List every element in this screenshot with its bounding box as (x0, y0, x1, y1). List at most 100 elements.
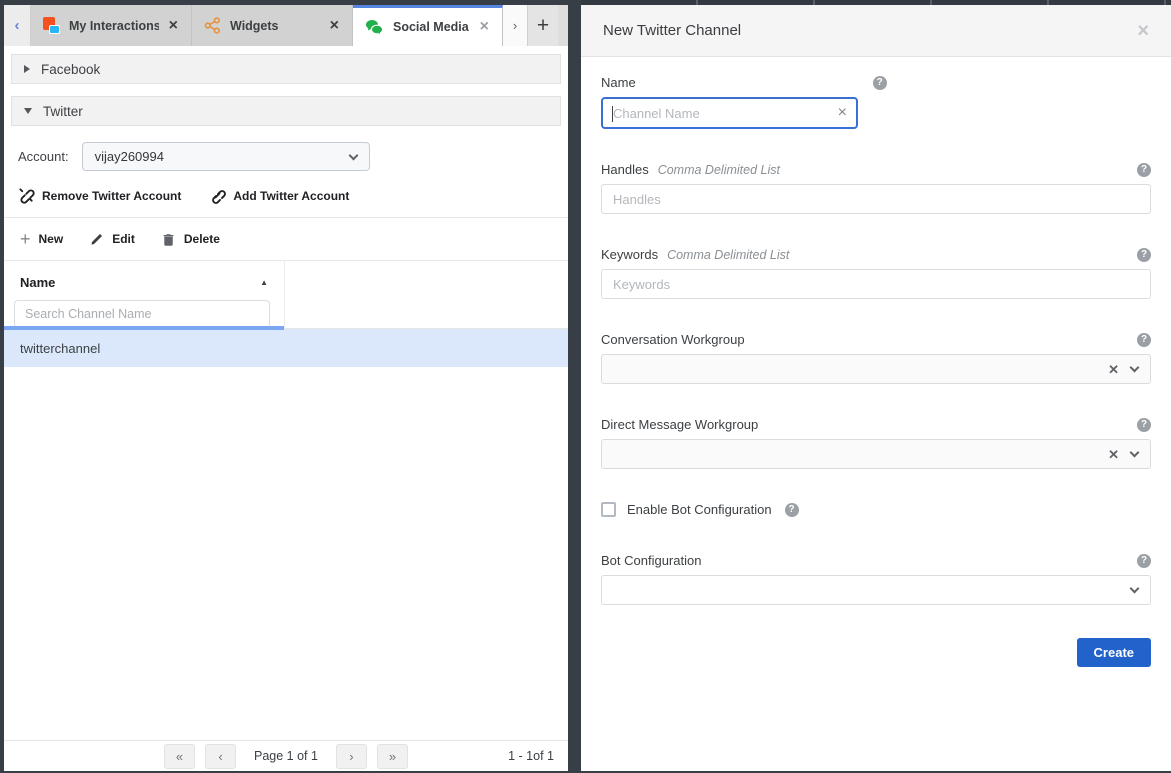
sorted-column-indicator (4, 326, 284, 330)
help-icon[interactable]: ? (1137, 163, 1151, 177)
tab-bar: ‹ My Interactions × Widgets × (4, 5, 568, 46)
add-tab-button[interactable]: + (528, 5, 558, 46)
account-actions-row: Remove Twitter Account Add Twitter Accou… (4, 183, 568, 218)
accordion-label: Twitter (43, 104, 83, 119)
close-icon[interactable]: × (479, 19, 490, 35)
social-media-icon (365, 19, 384, 36)
help-icon[interactable]: ? (1137, 248, 1151, 262)
column-header-label: Name (20, 275, 55, 290)
first-page-icon: « (176, 749, 183, 764)
tab-scroll-left-button[interactable]: ‹ (4, 5, 31, 46)
channel-toolbar: + New Edit Delete (4, 218, 568, 261)
name-field-group: Name ? × (601, 75, 1151, 129)
clear-icon[interactable]: ✕ (1108, 448, 1119, 461)
new-label: New (39, 232, 64, 246)
help-icon[interactable]: ? (1137, 418, 1151, 432)
my-interactions-icon (43, 17, 60, 34)
help-icon[interactable]: ? (1137, 333, 1151, 347)
account-select[interactable]: vijay260994 (82, 142, 370, 171)
clear-icon[interactable]: × (838, 105, 847, 121)
social-media-workspace: ‹ My Interactions × Widgets × (4, 5, 568, 771)
clear-icon[interactable]: ✕ (1108, 363, 1119, 376)
handles-label: Handles (601, 162, 649, 177)
keywords-hint: Comma Delimited List (667, 248, 789, 262)
row-range-indicator: 1 - 1of 1 (508, 749, 554, 763)
handles-hint: Comma Delimited List (658, 163, 780, 177)
account-label: Account: (18, 149, 69, 164)
handles-field-group: Handles Comma Delimited List ? (601, 162, 1151, 214)
conversation-workgroup-label: Conversation Workgroup (601, 332, 745, 347)
chevron-down-icon (1130, 584, 1140, 594)
bot-configuration-field-group: Bot Configuration ? (601, 553, 1151, 605)
tab-scroll-right-button[interactable]: › (503, 5, 528, 46)
keywords-input[interactable] (601, 269, 1151, 299)
chevron-right-icon: › (513, 18, 517, 33)
create-button[interactable]: Create (1077, 638, 1151, 667)
delete-button[interactable]: Delete (161, 232, 220, 247)
accordion-twitter[interactable]: Twitter (11, 96, 561, 126)
new-twitter-channel-dialog: New Twitter Channel × Name ? × Handles C… (581, 5, 1171, 771)
widgets-icon (204, 17, 221, 34)
chevron-left-icon: ‹ (218, 749, 222, 764)
account-selected-value: vijay260994 (95, 149, 164, 164)
tab-widgets[interactable]: Widgets × (192, 5, 353, 46)
help-icon[interactable]: ? (1137, 554, 1151, 568)
direct-message-workgroup-label: Direct Message Workgroup (601, 417, 758, 432)
remove-twitter-account-button[interactable]: Remove Twitter Account (18, 187, 181, 204)
accordion-label: Facebook (41, 62, 100, 77)
edit-button[interactable]: Edit (89, 232, 135, 247)
search-channel-name-input[interactable] (14, 300, 270, 328)
close-icon[interactable]: × (329, 18, 340, 34)
accordion-facebook[interactable]: Facebook (11, 54, 561, 84)
dialog-title: New Twitter Channel (603, 22, 741, 39)
handles-input[interactable] (601, 184, 1151, 214)
tab-my-interactions[interactable]: My Interactions × (31, 5, 192, 46)
remove-twitter-account-label: Remove Twitter Account (42, 189, 181, 203)
conversation-workgroup-select[interactable]: ✕ (601, 354, 1151, 384)
caret-down-icon (24, 108, 32, 114)
page-indicator: Page 1 of 1 (254, 749, 318, 763)
bot-configuration-select[interactable] (601, 575, 1151, 605)
keywords-label: Keywords (601, 247, 658, 262)
name-label: Name (601, 75, 636, 90)
chevron-down-icon (348, 150, 358, 160)
enable-bot-configuration-row: Enable Bot Configuration ? (601, 502, 1151, 517)
plus-icon: + (537, 14, 549, 38)
close-icon[interactable]: × (168, 18, 179, 34)
last-page-button[interactable]: » (377, 744, 408, 769)
plus-icon: + (20, 230, 31, 248)
channel-name-cell: twitterchannel (20, 341, 100, 356)
name-input-wrapper: × (601, 97, 858, 129)
enable-bot-configuration-checkbox[interactable] (601, 502, 616, 517)
name-column-header[interactable]: Name ▲ (14, 275, 276, 290)
new-button[interactable]: + New (20, 230, 63, 248)
bot-configuration-label: Bot Configuration (601, 553, 701, 568)
direct-message-workgroup-select[interactable]: ✕ (601, 439, 1151, 469)
sort-ascending-icon[interactable]: ▲ (260, 278, 268, 287)
channel-name-input[interactable] (603, 100, 838, 126)
app-window: ‹ My Interactions × Widgets × (0, 0, 1171, 773)
chevron-down-icon (1130, 363, 1140, 373)
close-icon[interactable]: × (1137, 21, 1149, 41)
link-icon (209, 187, 226, 204)
last-page-icon: » (389, 749, 396, 764)
next-page-button[interactable]: › (336, 744, 367, 769)
dialog-footer: Create (601, 638, 1151, 667)
conversation-workgroup-field-group: Conversation Workgroup ? ✕ (601, 332, 1151, 384)
help-icon[interactable]: ? (873, 76, 887, 90)
first-page-button[interactable]: « (164, 744, 195, 769)
direct-message-workgroup-field-group: Direct Message Workgroup ? ✕ (601, 417, 1151, 469)
enable-bot-configuration-label: Enable Bot Configuration (627, 502, 772, 517)
tab-social-media[interactable]: Social Media × (353, 5, 503, 46)
dialog-header: New Twitter Channel × (581, 5, 1171, 57)
pagination-bar: « ‹ Page 1 of 1 › » 1 - 1of 1 (4, 740, 568, 771)
add-twitter-account-button[interactable]: Add Twitter Account (209, 187, 349, 204)
chevron-right-icon: › (349, 749, 353, 764)
previous-page-button[interactable]: ‹ (205, 744, 236, 769)
edit-label: Edit (112, 232, 135, 246)
table-row[interactable]: twitterchannel (4, 329, 568, 367)
delete-label: Delete (184, 232, 220, 246)
pencil-icon (89, 232, 104, 247)
tab-label: Widgets (230, 19, 320, 33)
help-icon[interactable]: ? (785, 503, 799, 517)
